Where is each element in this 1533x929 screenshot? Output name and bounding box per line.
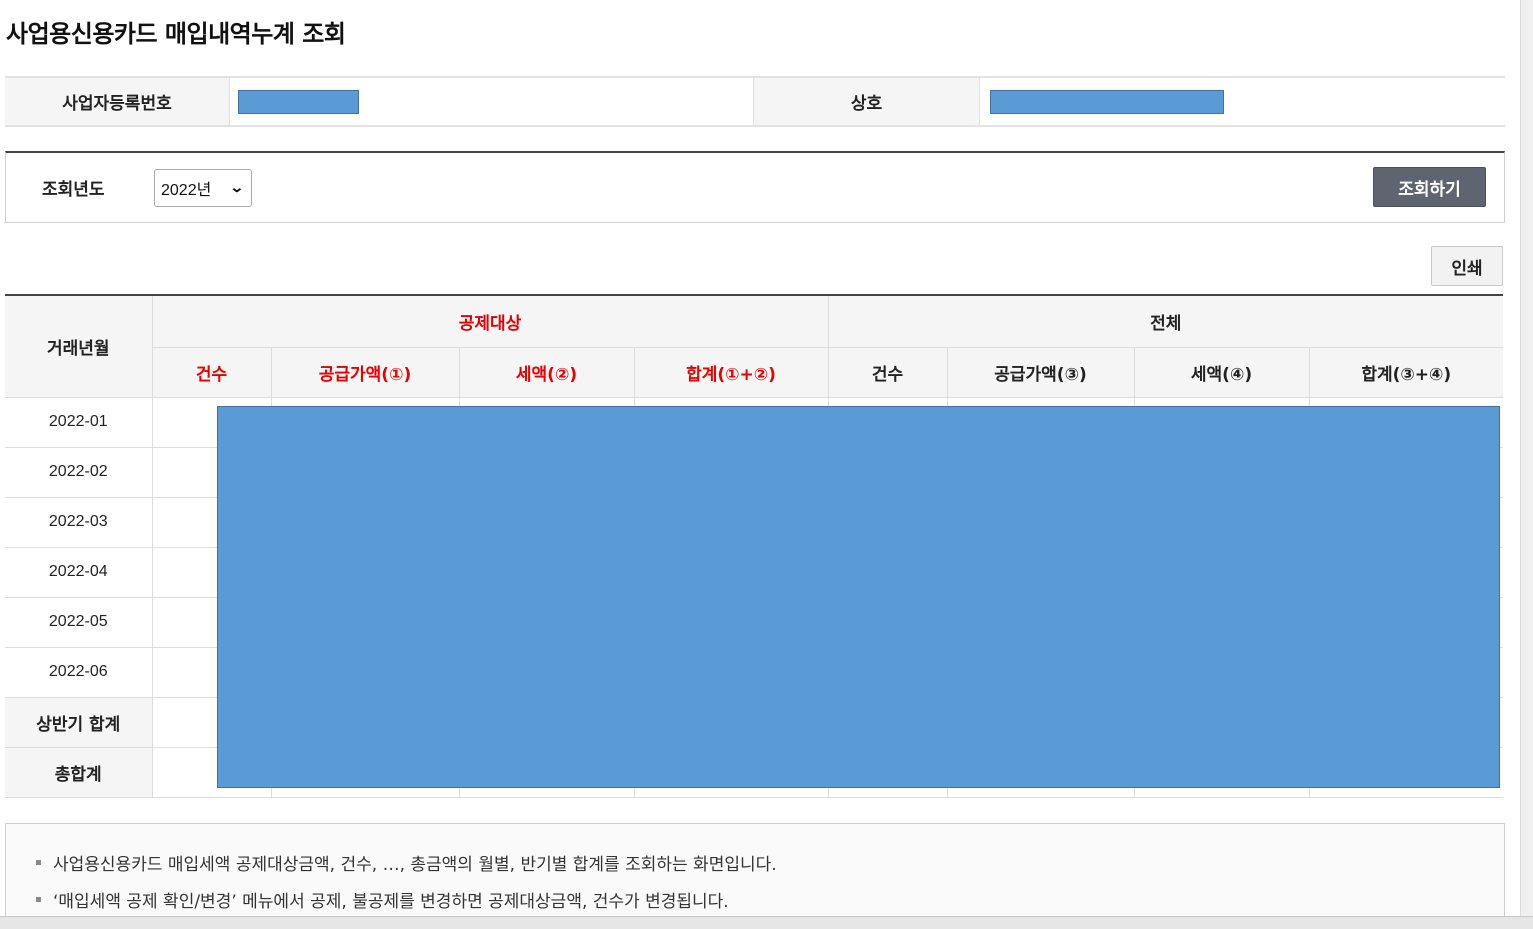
company-value — [979, 78, 1505, 125]
company-masked — [990, 89, 1224, 114]
total-sum-header: 합계(③+④) — [1309, 347, 1504, 398]
row-total-label: 총합계 — [5, 747, 153, 798]
year-select[interactable]: 2022년 ⌄ — [154, 168, 252, 207]
year-select-value: 2022년 — [161, 181, 212, 199]
note-item: ‘매입세액 공제 확인/변경’ 메뉴에서 공제, 불공제를 변경하면 공제대상금… — [36, 887, 1504, 912]
total-supply-header: 공급가액(③) — [947, 347, 1135, 398]
bottom-overlay-strip — [0, 916, 1533, 929]
deduct-group-header: 공제대상 — [152, 294, 829, 348]
total-group-header: 전체 — [828, 294, 1504, 348]
row-total-label: 상반기 합계 — [5, 697, 153, 748]
notes-box: 사업용신용카드 매입세액 공제대상금액, 건수, …, 총금액의 월별, 반기별… — [5, 823, 1505, 929]
business-info-table: 사업자등록번호 상호 — [5, 76, 1505, 127]
note-text: 사업용신용카드 매입세액 공제대상금액, 건수, …, 총금액의 월별, 반기별… — [53, 855, 777, 875]
chevron-down-icon: ⌄ — [229, 179, 245, 195]
deduct-count-header: 건수 — [152, 347, 272, 398]
biz-no-value — [229, 78, 754, 125]
period-header: 거래년월 — [5, 294, 153, 398]
bullet-icon — [36, 897, 41, 902]
row-month-label: 2022-05 — [5, 597, 153, 648]
search-box: 조회년도 2022년 ⌄ 조회하기 — [5, 151, 1505, 223]
search-button[interactable]: 조회하기 — [1373, 167, 1486, 207]
note-item: 사업용신용카드 매입세액 공제대상금액, 건수, …, 총금액의 월별, 반기별… — [36, 850, 1504, 875]
masked-data-region — [217, 406, 1500, 788]
deduct-tax-header: 세액(②) — [459, 347, 635, 398]
note-text: ‘매입세액 공제 확인/변경’ 메뉴에서 공제, 불공제를 변경하면 공제대상금… — [53, 892, 729, 912]
row-month-label: 2022-03 — [5, 497, 153, 548]
row-month-label: 2022-04 — [5, 547, 153, 598]
deduct-supply-header: 공급가액(①) — [271, 347, 460, 398]
company-label: 상호 — [754, 78, 979, 125]
row-month-label: 2022-02 — [5, 447, 153, 498]
biz-no-masked — [238, 89, 359, 114]
page-title: 사업용신용카드 매입내역누계 조회 — [6, 20, 346, 48]
deduct-sum-header: 합계(①+②) — [634, 347, 829, 398]
bullet-icon — [36, 860, 41, 865]
print-button[interactable]: 인쇄 — [1431, 246, 1503, 286]
total-count-header: 건수 — [828, 347, 948, 398]
year-label: 조회년도 — [42, 180, 105, 200]
vertical-scrollbar[interactable] — [1520, 0, 1533, 916]
total-tax-header: 세액(④) — [1134, 347, 1310, 398]
biz-no-label: 사업자등록번호 — [5, 78, 229, 125]
row-month-label: 2022-06 — [5, 647, 153, 698]
row-month-label: 2022-01 — [5, 397, 153, 448]
